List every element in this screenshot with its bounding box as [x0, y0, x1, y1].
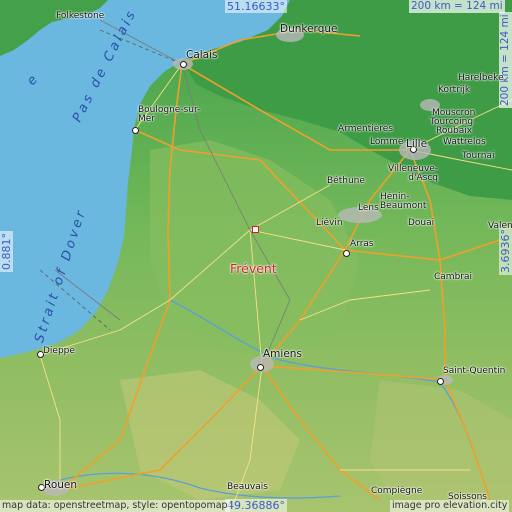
- coord-top: 51.16633°: [225, 0, 287, 13]
- place-label-lille: Lille: [406, 138, 428, 150]
- place-label-beauvais: Beauvais: [227, 482, 268, 492]
- scale-horizontal: 200 km = 124 mi: [409, 0, 505, 13]
- place-label-amiens: Amiens: [263, 348, 302, 360]
- place-label-lens: Lens: [358, 203, 379, 213]
- place-label-lievin: Liévin: [316, 218, 343, 228]
- place-label-arras: Arras: [350, 239, 374, 249]
- place-label-douai: Douai: [408, 218, 435, 228]
- place-label-boulogne: Boulogne-sur-Mer: [138, 105, 201, 124]
- city-dot-calais: [180, 61, 187, 68]
- place-label-cambrai: Cambrai: [434, 272, 472, 282]
- city-dot-boulogne: [132, 127, 139, 134]
- place-label-lomme: Lomme: [370, 137, 404, 147]
- place-label-compiegne: Compiègne: [371, 486, 423, 496]
- place-label-henin: Hénin-Beaumont: [380, 192, 427, 211]
- map-credit: map data: openstreetmap, style: opentopo…: [0, 500, 230, 512]
- place-label-dieppe: Dieppe: [43, 346, 75, 356]
- place-label-soissons: Soissons: [448, 492, 487, 502]
- coord-bottom: 49.36886°: [225, 499, 287, 512]
- map-view[interactable]: Strait of Dover Pas de Calais e 51.16633…: [0, 0, 512, 512]
- scale-vertical: 200 km = 124 mi: [499, 12, 512, 108]
- place-label-roubaix: Roubaix: [436, 126, 473, 136]
- place-label-bethune: Béthune: [327, 176, 365, 186]
- place-label-dunkerque: Dunkerque: [280, 23, 338, 35]
- coord-right: 3.6936°: [499, 227, 512, 275]
- place-label-saint-quentin: Saint-Quentin: [443, 366, 506, 376]
- place-label-rouen: Rouen: [44, 479, 78, 491]
- place-label-tournai: Tournai: [462, 151, 495, 161]
- featured-place-marker[interactable]: [252, 226, 259, 233]
- place-label-valenciennes: Valen: [488, 221, 512, 231]
- place-label-kortrijk: Kortrijk: [438, 85, 471, 95]
- place-label-harelbeke: Harelbeke: [458, 73, 504, 83]
- place-label-folkestone: Folkestone: [56, 11, 105, 21]
- featured-place-label[interactable]: Frévent: [230, 261, 277, 276]
- coord-left: 0.881°: [0, 231, 13, 272]
- terrain-layer: [0, 0, 512, 512]
- city-dot-amiens: [257, 364, 264, 371]
- place-label-wattrelos: Wattrelos: [443, 137, 486, 147]
- place-label-villeneuve: Villeneuve-d'Ascq: [388, 164, 439, 183]
- city-dot-saint-quentin: [437, 378, 444, 385]
- place-label-calais: Calais: [186, 49, 218, 61]
- place-label-armentieres: Armentières: [338, 124, 394, 134]
- city-dot-arras: [343, 250, 350, 257]
